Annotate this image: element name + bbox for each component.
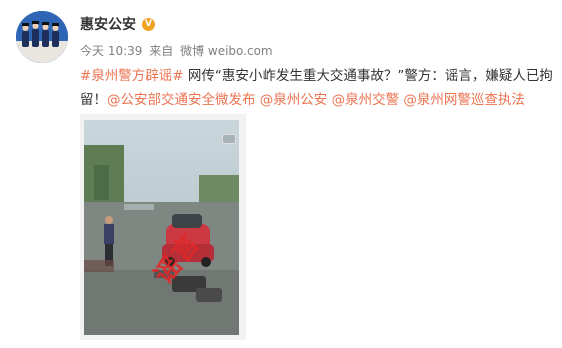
post-body-text-cont: 留！ (80, 92, 107, 108)
post-author[interactable]: 惠安公安 V (80, 14, 155, 34)
hashtag-link[interactable]: #泉州警方辟谣# (80, 68, 184, 84)
post-body-text: 网传“惠安小岞发生重大交通事故？”警方：谣言，嫌疑人已拘 (187, 68, 553, 84)
mention-link[interactable]: @泉州网警巡查执法 (403, 92, 525, 108)
verified-badge-icon: V (142, 17, 155, 31)
mention-link[interactable]: @泉州公安 (260, 92, 328, 108)
police-team-image (16, 11, 68, 63)
source-prefix: 来自 (149, 44, 174, 58)
author-name[interactable]: 惠安公安 (80, 14, 136, 34)
expand-icon[interactable] (222, 134, 236, 144)
mention-link[interactable]: @公安部交通安全微发布 (107, 92, 256, 108)
post-line-2: 留！@公安部交通安全微发布 @泉州公安 @泉州交警 @泉州网警巡查执法 (80, 88, 558, 112)
accident-photo[interactable]: 谣言 (84, 120, 239, 335)
post-line-1: #泉州警方辟谣# 网传“惠安小岞发生重大交通事故？”警方：谣言，嫌疑人已拘 (80, 64, 558, 88)
post-meta: 今天 10:39 来自 微博 weibo.com (80, 42, 276, 59)
road-scene-image (84, 120, 239, 335)
post-media: 谣言 (80, 114, 246, 340)
user-avatar[interactable] (16, 11, 68, 63)
post-source[interactable]: 微博 weibo.com (180, 44, 273, 58)
post-time[interactable]: 今天 10:39 (80, 44, 142, 58)
mention-link[interactable]: @泉州交警 (332, 92, 400, 108)
post-text: #泉州警方辟谣# 网传“惠安小岞发生重大交通事故？”警方：谣言，嫌疑人已拘 留！… (80, 64, 558, 112)
